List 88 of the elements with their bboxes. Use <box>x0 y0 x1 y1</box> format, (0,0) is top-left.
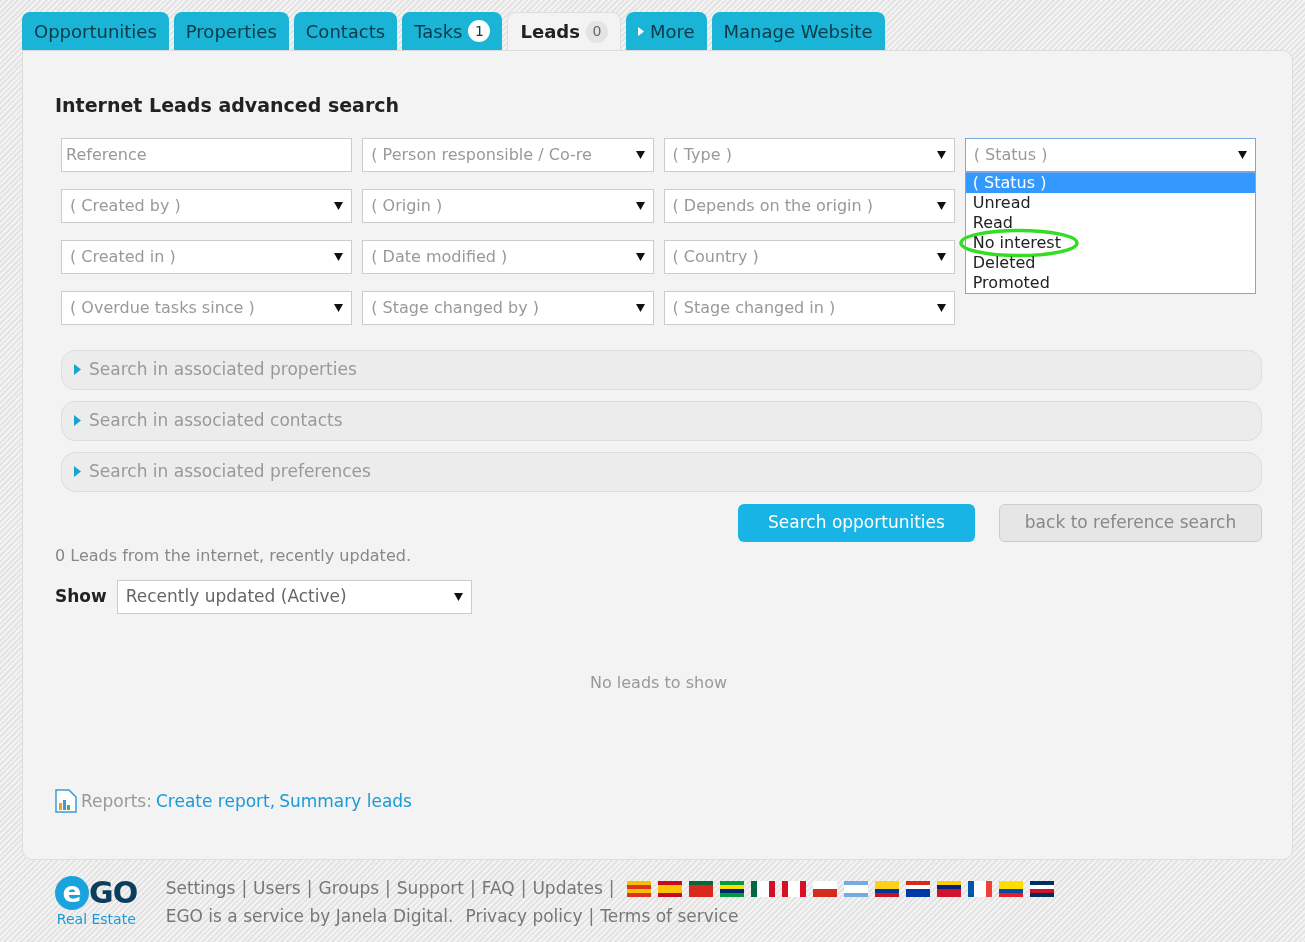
select-field[interactable]: ( Country ) <box>663 239 955 274</box>
link-separator: | <box>520 877 527 900</box>
accordion-header[interactable]: Search in associated preferences <box>61 451 1262 492</box>
dropdown-option[interactable]: Unread <box>965 192 1255 213</box>
credit-text: EGO is a service by Janela Digital. <box>165 904 454 928</box>
flag-icon[interactable] <box>750 880 775 897</box>
search-heading: Internet Leads advanced search <box>55 93 400 118</box>
select-field[interactable]: ( Date modified ) <box>362 239 654 274</box>
flag-icon[interactable] <box>1029 880 1054 897</box>
logo-tagline: Real Estate <box>56 912 136 926</box>
select-field[interactable]: ( Person responsible / Co-re <box>362 137 654 172</box>
select-field[interactable]: ( Stage changed in ) <box>663 290 955 325</box>
accordion-header[interactable]: Search in associated contacts <box>61 400 1262 441</box>
nav-tab[interactable]: Contacts <box>293 12 398 50</box>
caret-icon <box>334 303 344 312</box>
nav-tab[interactable]: More <box>625 12 707 50</box>
footer-link[interactable]: Groups <box>318 876 380 902</box>
search-button[interactable]: Search opportunities <box>738 503 975 542</box>
show-label: Show <box>55 584 107 608</box>
count-badge: 1 <box>468 20 491 42</box>
empty-message: No leads to show <box>590 671 727 694</box>
select-field[interactable]: ( Origin ) <box>362 188 654 223</box>
select-field[interactable]: ( Stage changed by ) <box>362 290 654 325</box>
logo-mark: e <box>55 876 89 910</box>
caret-right-icon <box>637 26 644 36</box>
caret-icon <box>936 252 946 261</box>
results-summary: 0 Leads from the internet, recently updated. <box>55 544 411 567</box>
caret-icon <box>936 150 946 159</box>
link-separator: | <box>385 877 391 900</box>
flag-icon[interactable] <box>874 880 899 897</box>
nav-tab[interactable]: Tasks 1 <box>402 12 503 50</box>
dropdown-option[interactable]: ( Status ) <box>965 172 1255 193</box>
show-select[interactable]: Recently updated (Active) <box>116 579 472 614</box>
caret-icon <box>635 150 645 159</box>
dropdown-option[interactable]: Read <box>965 212 1255 233</box>
report-icon <box>55 789 77 814</box>
select-field[interactable]: ( Status ) <box>964 137 1256 172</box>
report-link[interactable]: Summary leads <box>279 788 412 814</box>
reports-label: Reports: <box>81 789 152 813</box>
flag-icon[interactable] <box>688 880 713 897</box>
caret-icon <box>453 592 463 601</box>
caret-icon <box>936 201 946 210</box>
footer-link[interactable]: FAQ <box>481 876 515 902</box>
caret-right-icon <box>74 466 81 477</box>
caret-right-icon <box>74 415 81 426</box>
link-separator: , <box>269 789 276 813</box>
logo-name: GO <box>89 878 138 908</box>
nav-tab[interactable]: Opportunities <box>22 12 169 50</box>
caret-icon <box>635 303 645 312</box>
select-field[interactable]: ( Depends on the origin ) <box>663 188 955 223</box>
footer-link[interactable]: Terms of service <box>600 903 739 929</box>
reference-field[interactable]: Reference <box>61 137 353 172</box>
select-field[interactable]: ( Created in ) <box>61 239 353 274</box>
nav-tab[interactable]: Properties <box>173 12 289 50</box>
back-button[interactable]: back to reference search <box>999 503 1262 542</box>
footer-link[interactable]: Support <box>396 876 464 902</box>
flag-icon[interactable] <box>967 880 992 897</box>
link-separator: | <box>306 877 313 900</box>
flag-icon[interactable] <box>998 880 1023 897</box>
nav-tab[interactable]: Leads 0 <box>507 12 621 50</box>
footer-link[interactable]: Settings <box>165 876 236 902</box>
flag-icon[interactable] <box>936 880 961 897</box>
report-link[interactable]: Create report <box>155 788 270 814</box>
select-field[interactable]: ( Created by ) <box>61 188 353 223</box>
caret-right-icon <box>74 364 81 375</box>
dropdown-option[interactable]: No interest <box>965 232 1255 253</box>
nav-tab[interactable]: Manage Website <box>711 12 885 50</box>
select-field[interactable]: ( Type ) <box>663 137 955 172</box>
select-field[interactable]: ( Overdue tasks since ) <box>61 290 353 325</box>
caret-icon <box>334 201 344 210</box>
flag-icon[interactable] <box>719 880 744 897</box>
link-separator: | <box>588 904 595 928</box>
caret-icon <box>635 252 645 261</box>
footer-link[interactable]: Updates <box>532 876 603 902</box>
dropdown-option[interactable]: Promoted <box>965 272 1255 293</box>
accordion-header[interactable]: Search in associated properties <box>61 349 1262 390</box>
caret-icon <box>1238 150 1247 159</box>
caret-icon <box>936 303 946 312</box>
count-badge: 0 <box>585 20 608 43</box>
footer-link[interactable]: Privacy policy <box>465 903 583 929</box>
dropdown-option[interactable]: Deleted <box>965 252 1255 273</box>
link-separator: | <box>470 877 476 900</box>
caret-icon <box>635 201 645 210</box>
flag-icon[interactable] <box>905 880 930 897</box>
link-separator: | <box>608 877 615 900</box>
link-separator: | <box>241 877 248 900</box>
caret-icon <box>334 252 344 261</box>
footer-link[interactable]: Users <box>253 876 301 902</box>
